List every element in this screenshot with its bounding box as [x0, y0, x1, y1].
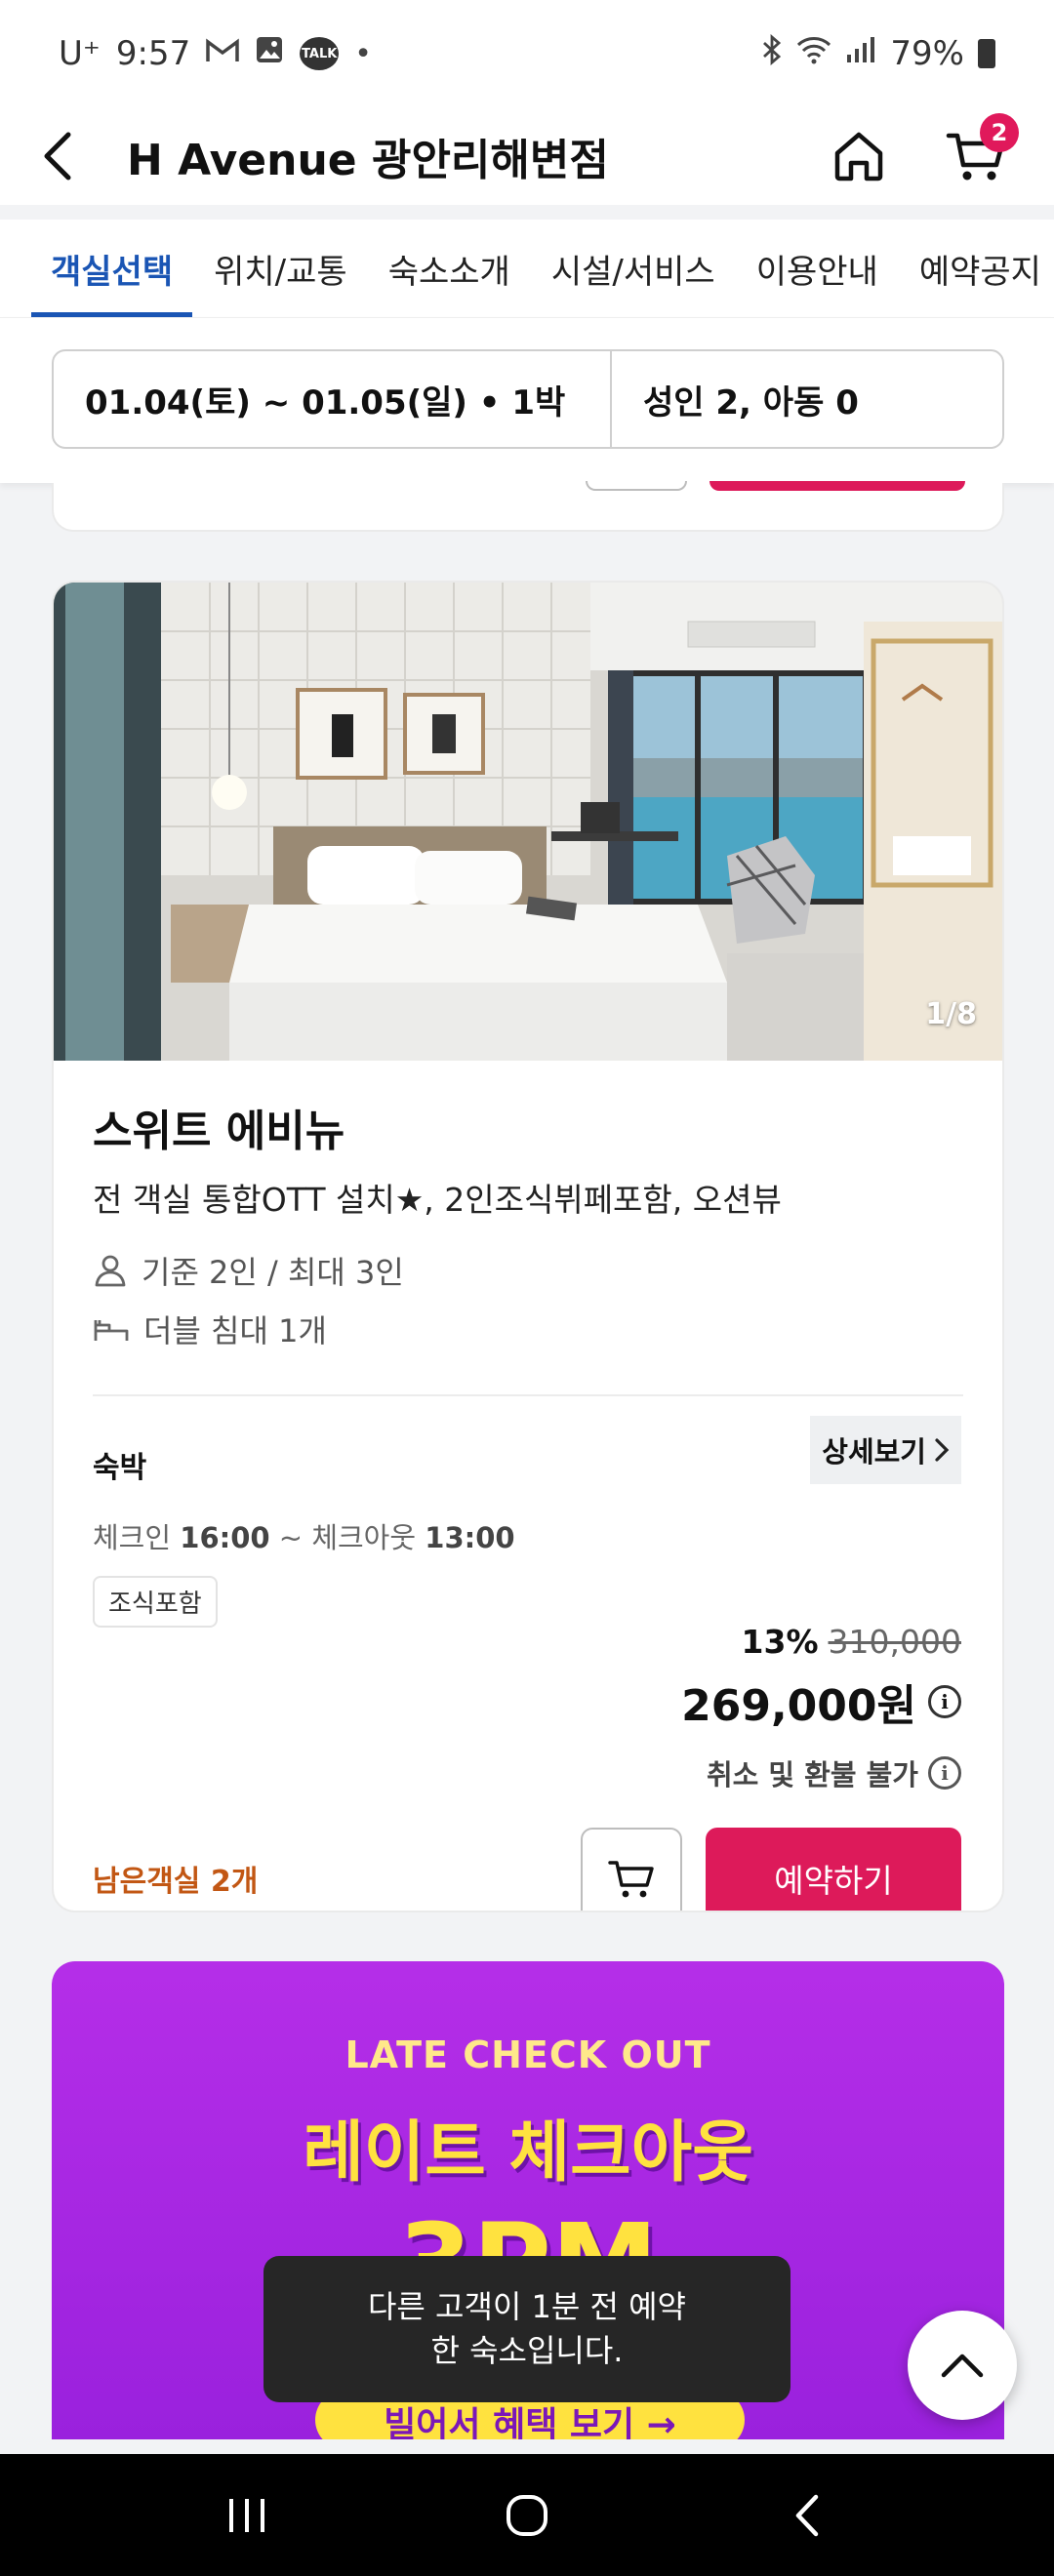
room-photo[interactable]: 1/8 [54, 583, 1002, 1061]
search-bar-container: 01.04(토) ~ 01.05(일) • 1박 성인 2, 아동 0 [0, 317, 1054, 483]
cart-count-badge: 2 [980, 113, 1019, 152]
section-tabs: 객실선택 위치/교통 숙소소개 시설/서비스 이용안내 예약공지 [0, 220, 1054, 317]
chevron-up-icon [941, 2354, 984, 2378]
wifi-icon [796, 35, 831, 72]
tab-location[interactable]: 위치/교통 [214, 220, 347, 317]
cart-button[interactable]: 2 [937, 113, 1019, 195]
chevron-left-icon [44, 132, 71, 181]
battery-icon [978, 39, 995, 68]
checkin-label: 체크인 [93, 1521, 172, 1554]
signal-icon [845, 35, 876, 72]
remaining-rooms: 남은객실 2개 [93, 1865, 259, 1899]
checkout-label: ~ 체크아웃 [278, 1521, 417, 1554]
search-bar: 01.04(토) ~ 01.05(일) • 1박 성인 2, 아동 0 [52, 349, 1004, 449]
previous-room-card [52, 481, 1004, 532]
back-arrow-icon [795, 2494, 818, 2536]
gallery-icon [255, 35, 284, 72]
app-header: H Avenue 광안리해변점 2 [0, 107, 1054, 205]
tab-intro[interactable]: 숙소소개 [388, 220, 510, 317]
refund-policy-row: 취소 및 환불 불가 i [681, 1752, 961, 1793]
refund-policy: 취소 및 환불 불가 [706, 1758, 918, 1791]
room-bed: 더블 침대 1개 [93, 1307, 963, 1351]
recent-apps-button[interactable] [188, 2467, 305, 2564]
home-button[interactable] [820, 117, 898, 195]
price-info-icon[interactable]: i [928, 1685, 961, 1718]
home-nav-button[interactable] [468, 2467, 586, 2564]
discount-row: 13% 310,000 [681, 1623, 961, 1661]
banner-korean-title: 레이트 체크아웃 [303, 2114, 753, 2192]
checkin-checkout-times: 체크인 16:00 ~ 체크아웃 13:00 [93, 1515, 963, 1556]
toast-line-2: 한 숙소입니다. [430, 2332, 624, 2369]
final-price: 269,000원 [681, 1681, 916, 1731]
recent-apps-icon [229, 2498, 265, 2532]
discount-rate: 13% [741, 1623, 819, 1661]
detail-button[interactable]: 상세보기 [810, 1416, 961, 1484]
tab-facilities[interactable]: 시설/서비스 [551, 220, 715, 317]
back-button[interactable] [39, 112, 127, 200]
room-capacity-text: 기준 2인 / 최대 3인 [142, 1254, 404, 1291]
room-description: 전 객실 통합OTT 설치★, 2인조식뷔페포함, 오션뷰 [93, 1181, 782, 1219]
toast-line-1: 다른 고객이 1분 전 예약 [367, 2288, 686, 2326]
tab-usage-info[interactable]: 이용안내 [756, 220, 878, 317]
room-capacity: 기준 2인 / 최대 3인 [93, 1248, 963, 1293]
checkin-time: 16:00 [180, 1521, 270, 1554]
room-card: 1/8 스위트 에비뉴 전 객실 통합OTT 설치★, 2인조식뷔페포함, 오션… [52, 581, 1004, 1912]
room-info: 스위트 에비뉴 전 객실 통합OTT 설치★, 2인조식뷔페포함, 오션뷰 기준… [54, 1061, 1002, 1396]
tab-reservation-notice[interactable]: 예약공지 [919, 220, 1041, 317]
guest-count-field[interactable]: 성인 2, 아동 0 [612, 351, 1002, 447]
carrier-label: U⁺ [59, 34, 101, 73]
chevron-right-icon [935, 1438, 950, 1462]
more-notifications-dot: • [354, 36, 372, 71]
bluetooth-icon [761, 33, 783, 73]
original-price: 310,000 [828, 1623, 961, 1661]
hotel-room-image [54, 583, 1002, 1061]
banner-english-title: LATE CHECK OUT [345, 2033, 711, 2076]
kakaotalk-icon: TALK [300, 37, 340, 70]
back-nav-button[interactable] [749, 2467, 866, 2564]
scroll-to-top-button[interactable] [908, 2311, 1017, 2420]
gmail-icon [206, 37, 239, 71]
clock: 9:57 [115, 34, 191, 73]
recent-booking-toast: 다른 고객이 1분 전 예약 한 숙소입니다. [264, 2256, 790, 2402]
rate-plan: 숙박 상세보기 체크인 16:00 ~ 체크아웃 13:00 조식포함 13% 3… [54, 1396, 1002, 1911]
final-price-row: 269,000원 i [681, 1670, 961, 1733]
date-range-field[interactable]: 01.04(토) ~ 01.05(일) • 1박 [54, 351, 612, 447]
status-bar: U⁺ 9:57 TALK • 79% [0, 0, 1054, 107]
photo-counter: 1/8 [925, 997, 977, 1031]
home-icon [834, 132, 883, 181]
price-block: 13% 310,000 269,000원 i 취소 및 환불 불가 i [681, 1623, 961, 1793]
page-title: H Avenue 광안리해변점 [127, 136, 609, 185]
system-navigation-bar [0, 2454, 1054, 2576]
breakfast-tag: 조식포함 [93, 1576, 218, 1628]
cart-icon [608, 1861, 654, 1898]
add-to-cart-button[interactable] [581, 1828, 682, 1911]
tab-room-select[interactable]: 객실선택 [30, 220, 193, 317]
battery-percent: 79% [890, 34, 964, 73]
checkout-time: 13:00 [425, 1521, 515, 1554]
home-circle-icon [506, 2494, 547, 2536]
refund-info-icon[interactable]: i [928, 1756, 961, 1790]
previous-cart-button[interactable] [586, 481, 687, 491]
detail-button-label: 상세보기 [822, 1435, 926, 1469]
person-icon [95, 1255, 126, 1287]
book-button[interactable]: 예약하기 [706, 1828, 961, 1911]
previous-book-button[interactable] [709, 481, 965, 491]
room-name: 스위트 에비뉴 [93, 1107, 345, 1156]
room-bed-text: 더블 침대 1개 [143, 1312, 327, 1349]
bed-icon [94, 1320, 129, 1341]
